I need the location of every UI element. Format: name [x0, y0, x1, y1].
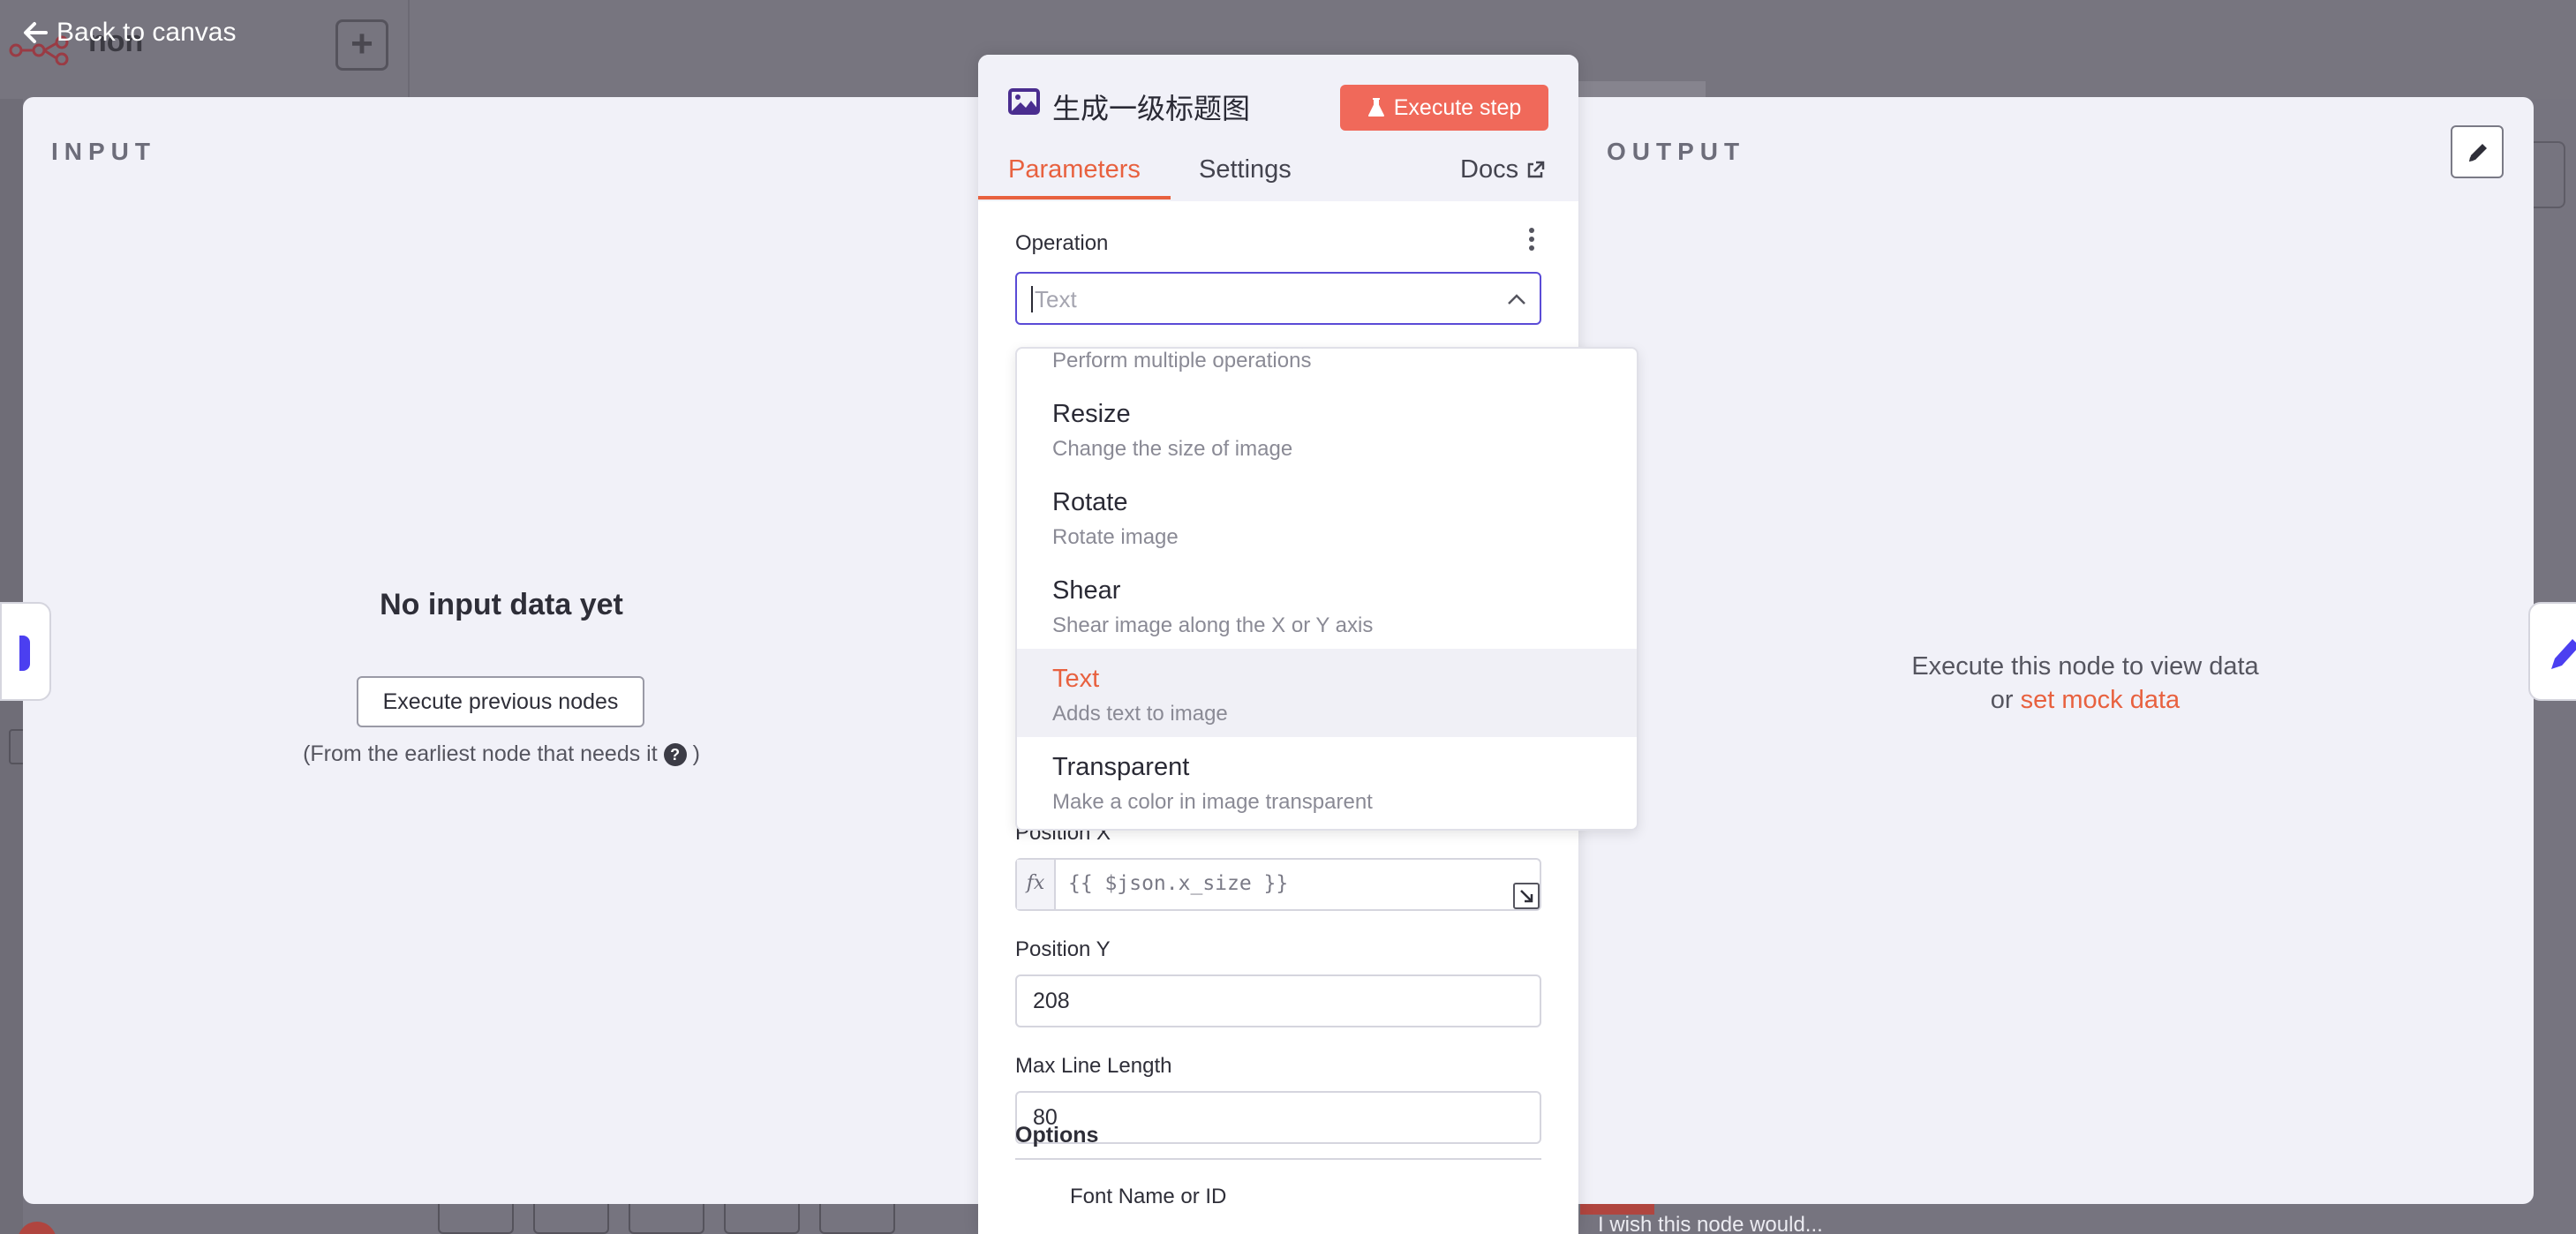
dropdown-item-shear[interactable]: Shear Shear image along the X or Y axis — [1017, 561, 1637, 649]
divider — [408, 0, 410, 99]
active-tab-indicator — [978, 196, 1171, 199]
back-to-canvas-label: Back to canvas — [56, 18, 237, 47]
input-note-text: (From the earliest node that needs it — [303, 741, 658, 766]
tab-settings[interactable]: Settings — [1199, 155, 1292, 184]
tab-docs[interactable]: Docs — [1460, 155, 1545, 184]
node-header: 生成一级标题图 Execute step Parameters Settings… — [978, 55, 1578, 201]
external-link-icon — [1527, 161, 1545, 177]
output-panel-drag-handle[interactable] — [2528, 602, 2576, 701]
expression-fx-icon: fx — [1017, 860, 1056, 909]
operation-dropdown-menu: Perform multiple operations Resize Chang… — [1015, 347, 1638, 831]
option-font-name[interactable]: Font Name or ID — [1070, 1185, 1226, 1209]
operation-select[interactable]: Text — [1015, 272, 1541, 325]
set-mock-data-link[interactable]: set mock data — [2021, 686, 2181, 714]
dropdown-item-description: Rotate image — [1052, 525, 1179, 549]
chevron-up-icon — [1508, 294, 1525, 305]
max-line-length-label: Max Line Length — [1015, 1054, 1172, 1078]
dropdown-item-label: Text — [1052, 665, 1100, 693]
input-note-close: ) — [692, 741, 700, 766]
dropdown-item-label: Transparent — [1052, 753, 1190, 781]
dropdown-item-text[interactable]: Text Adds text to image — [1017, 649, 1637, 737]
edit-output-button[interactable] — [2451, 125, 2504, 178]
output-empty-message: Execute this node to view data or set mo… — [1644, 650, 2527, 717]
input-note: (From the earliest node that needs it ? … — [23, 741, 980, 767]
position-x-field[interactable]: fx {{ $json.x_size }} — [1015, 858, 1541, 911]
tab-docs-label: Docs — [1460, 155, 1519, 184]
output-message-line: Execute this node to view data — [1911, 652, 2259, 681]
arrow-left-icon — [24, 22, 48, 43]
no-input-title: No input data yet — [380, 588, 623, 621]
wish-text: I wish this node would... — [1598, 1213, 1823, 1234]
help-icon[interactable]: ? — [663, 743, 687, 767]
image-icon — [1008, 88, 1040, 115]
text-cursor — [1031, 286, 1033, 312]
dropdown-item-description: Adds text to image — [1052, 702, 1228, 726]
dropdown-item-rotate[interactable]: Rotate Rotate image — [1017, 472, 1637, 561]
dropdown-item-label: Rotate — [1052, 488, 1128, 516]
expand-icon[interactable] — [1513, 883, 1540, 909]
dropdown-item-partial-desc[interactable]: Perform multiple operations — [1052, 349, 1311, 373]
position-y-label: Position Y — [1015, 937, 1111, 961]
input-panel-drag-handle[interactable] — [0, 602, 51, 701]
execute-step-label: Execute step — [1393, 94, 1522, 120]
dropdown-item-transparent[interactable]: Transparent Make a color in image transp… — [1017, 737, 1637, 825]
position-x-expression: {{ $json.x_size }} — [1068, 872, 1289, 895]
add-node-button[interactable]: + — [335, 19, 388, 71]
position-y-field[interactable]: 208 — [1015, 974, 1541, 1027]
execute-step-button[interactable]: Execute step — [1340, 85, 1548, 131]
operation-label: Operation — [1015, 231, 1109, 255]
tab-parameters[interactable]: Parameters — [1008, 155, 1141, 184]
input-panel-title: INPUT — [51, 138, 156, 165]
output-message-or: or — [1990, 686, 2014, 714]
kebab-icon[interactable] — [1525, 228, 1538, 254]
background-tab — [1571, 81, 1706, 99]
pen-icon — [2551, 639, 2576, 669]
dropdown-item-label: Shear — [1052, 576, 1121, 605]
avatar — [18, 1222, 56, 1234]
dropdown-item-resize[interactable]: Resize Change the size of image — [1017, 384, 1637, 472]
flask-icon — [1367, 98, 1384, 117]
dropdown-item-description: Shear image along the X or Y axis — [1052, 613, 1374, 637]
options-divider — [1015, 1158, 1541, 1160]
output-message-link-line: or set mock data — [1644, 683, 2527, 717]
pencil-icon — [2469, 144, 2487, 162]
dropdown-item-description: Make a color in image transparent — [1052, 790, 1373, 814]
options-label: Options — [1015, 1123, 1099, 1147]
operation-placeholder: Text — [1035, 286, 1077, 312]
dropdown-item-label: Resize — [1052, 400, 1131, 428]
back-to-canvas-link[interactable]: Back to canvas — [23, 18, 236, 48]
canvas-right-control — [2530, 141, 2565, 208]
node-title[interactable]: 生成一级标题图 — [1052, 87, 1250, 127]
output-panel-title: OUTPUT — [1607, 138, 1746, 165]
dropdown-item-description: Change the size of image — [1052, 437, 1293, 461]
execute-previous-nodes-button[interactable]: Execute previous nodes — [357, 676, 644, 727]
